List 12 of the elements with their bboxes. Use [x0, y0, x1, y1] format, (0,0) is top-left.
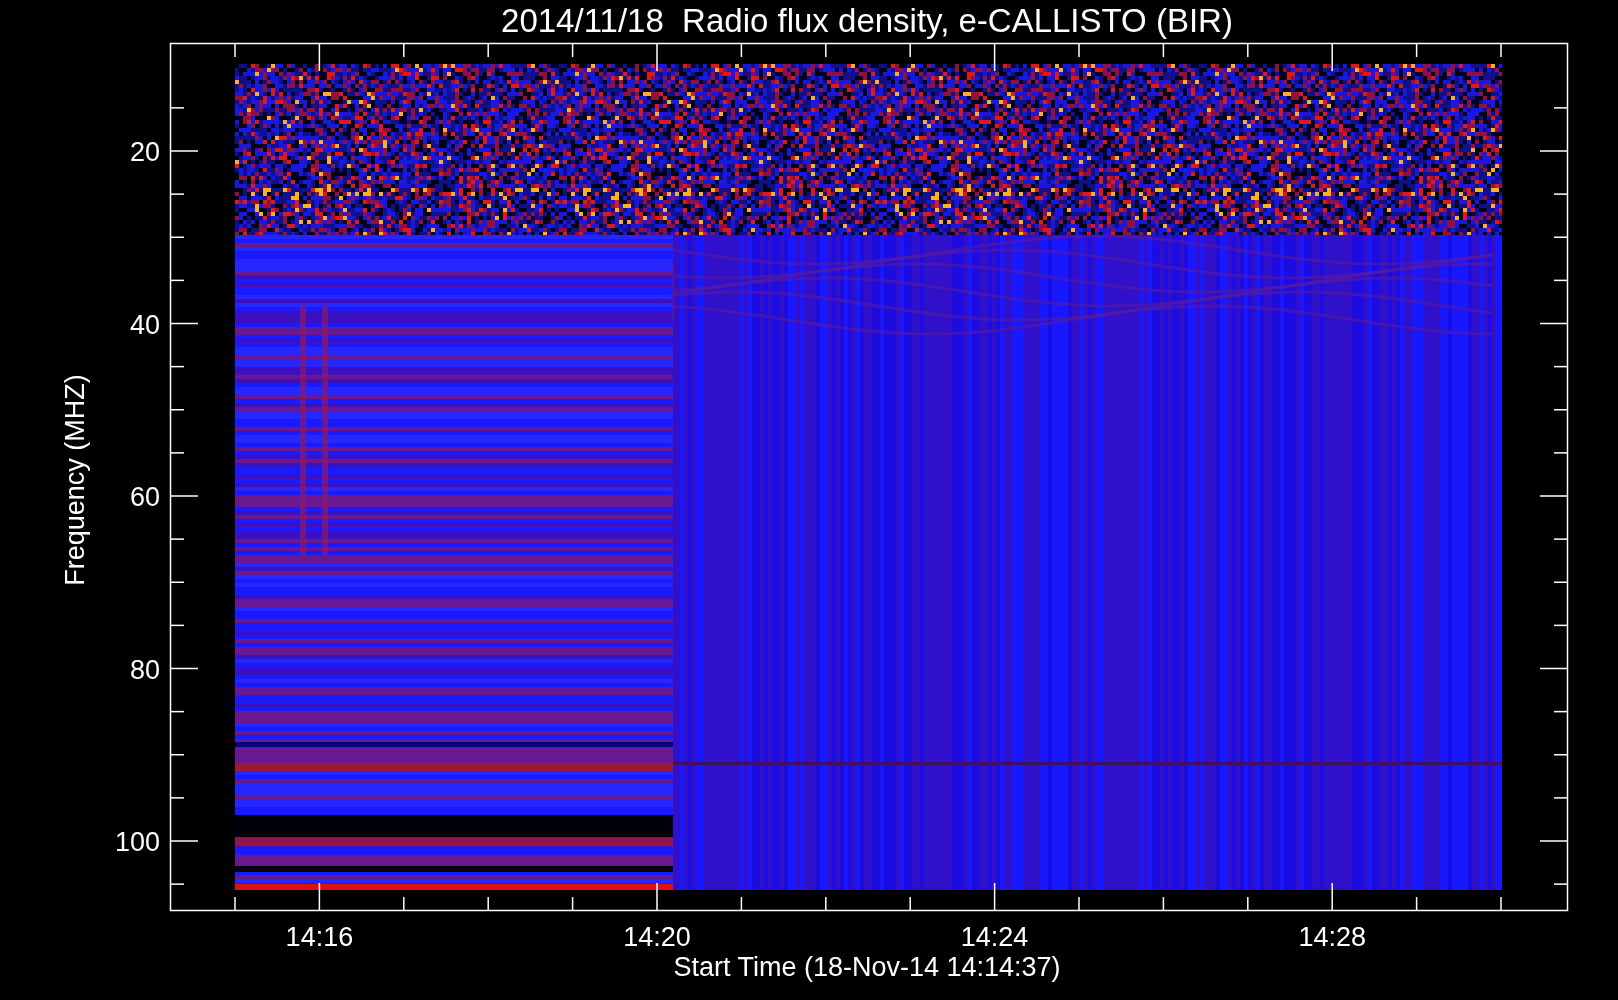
- x-tick-label: 14:24: [960, 922, 1029, 952]
- x-tick-label: 14:28: [1298, 922, 1366, 952]
- x-axis-label: Start Time (18-Nov-14 14:14:37): [673, 952, 1061, 982]
- y-tick-label: 100: [114, 827, 160, 857]
- y-tick-label: 60: [129, 482, 160, 512]
- x-tick-label: 14:20: [623, 922, 691, 952]
- x-tick-label: 14:16: [285, 922, 354, 952]
- y-tick-label: 40: [129, 309, 160, 340]
- y-axis-label: Frequency (MHZ): [60, 374, 90, 586]
- y-tick-label: 20: [129, 137, 160, 167]
- y-tick-label: 80: [129, 654, 160, 685]
- chart-title: 2014/11/18 Radio flux density, e-CALLISTO (BIR): [501, 2, 1233, 39]
